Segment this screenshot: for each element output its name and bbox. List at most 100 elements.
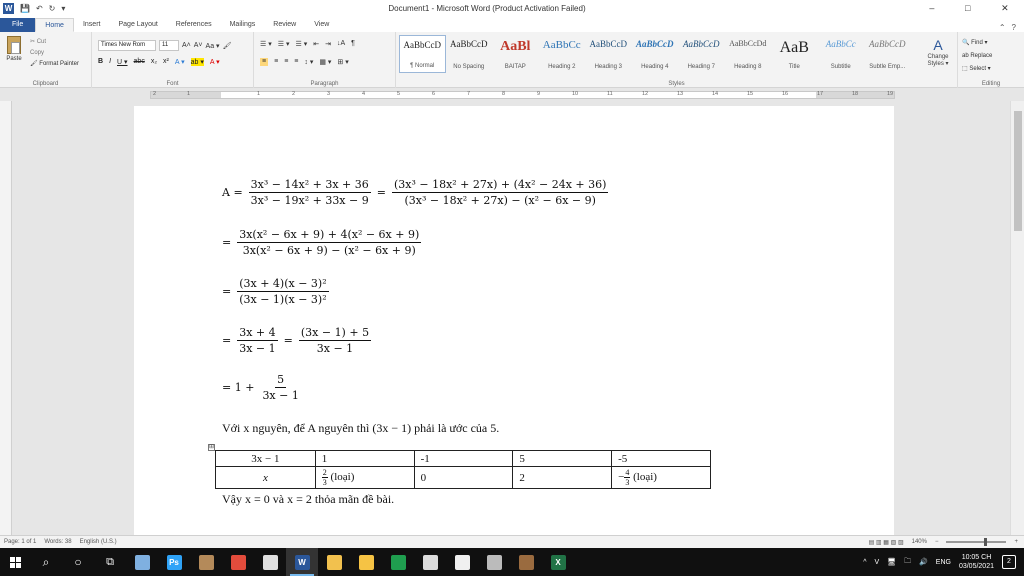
zoom-slider[interactable]: [946, 538, 1007, 546]
customize-qat-icon[interactable]: ▾: [61, 4, 65, 13]
shrink-font-button[interactable]: A˅: [194, 42, 203, 49]
font-name-select[interactable]: Times New Rom: [98, 40, 156, 51]
cortana-icon[interactable]: ○: [62, 548, 94, 576]
style-subtitle[interactable]: AaBbCc Subtitle: [818, 35, 865, 73]
close-button[interactable]: ✕: [1001, 3, 1009, 14]
style-normal[interactable]: AaBbCcD ¶ Normal: [399, 35, 446, 73]
taskbar-app-excel[interactable]: X: [542, 548, 574, 576]
numbering-button[interactable]: ☰ ▾: [278, 40, 290, 48]
select-button[interactable]: ⬚ Select ▾: [962, 63, 992, 76]
save-icon[interactable]: 💾: [20, 4, 30, 13]
font-color-button[interactable]: A ▾: [210, 58, 220, 66]
view-buttons[interactable]: ▤ ▥ ▦ ▧ ▨: [869, 539, 904, 546]
align-left-button[interactable]: ≡: [260, 58, 269, 66]
start-button[interactable]: [0, 548, 30, 576]
vpn-icon[interactable]: V: [875, 559, 880, 566]
change-case-button[interactable]: Aa ▾: [206, 42, 220, 50]
minimize-button[interactable]: –: [929, 3, 934, 14]
bold-button[interactable]: B: [98, 58, 103, 66]
ribbon-collapse-icon[interactable]: ⌃: [999, 23, 1006, 32]
clock[interactable]: 10:05 CH 03/05/2021: [959, 553, 994, 571]
find-button[interactable]: 🔍 Find ▾: [962, 37, 992, 50]
vertical-scrollbar[interactable]: [1010, 101, 1024, 535]
grow-font-button[interactable]: A˄: [182, 42, 191, 49]
style-heading-4[interactable]: AaBbCcD Heading 4: [632, 35, 679, 73]
display-icon[interactable]: 🖥: [887, 558, 896, 566]
zoom-level[interactable]: 140%: [912, 539, 927, 545]
shading-button[interactable]: ▦ ▾: [319, 58, 331, 66]
tab-view[interactable]: View: [305, 18, 338, 32]
taskbar-app-file-explorer[interactable]: [318, 548, 350, 576]
borders-button[interactable]: ⊞ ▾: [337, 58, 348, 66]
tab-references[interactable]: References: [167, 18, 221, 32]
taskbar-app-notepad[interactable]: [414, 548, 446, 576]
network-icon[interactable]: 🗀: [904, 557, 911, 568]
align-center-button[interactable]: ≡: [274, 58, 278, 66]
taskbar-app-emoji-app[interactable]: [350, 548, 382, 576]
text-effects-button[interactable]: A ▾: [175, 58, 185, 66]
tab-page-layout[interactable]: Page Layout: [109, 18, 166, 32]
tab-insert[interactable]: Insert: [74, 18, 110, 32]
paste-button[interactable]: Paste: [3, 36, 25, 62]
multilevel-list-button[interactable]: ☰ ▾: [295, 40, 307, 48]
format-painter-button[interactable]: 🖌 Format Painter: [30, 59, 79, 70]
align-right-button[interactable]: ≡: [284, 58, 288, 66]
taskbar-app-photoshop[interactable]: Ps: [158, 548, 190, 576]
strikethrough-button[interactable]: abc: [134, 58, 145, 66]
style-no-spacing[interactable]: AaBbCcD No Spacing: [446, 35, 493, 73]
taskbar-app-printer-app[interactable]: [478, 548, 510, 576]
cut-button[interactable]: ✂ Cut: [30, 37, 79, 48]
style-baitap[interactable]: AaBl BAITAP: [492, 35, 539, 73]
notification-center-icon[interactable]: 2: [1002, 555, 1016, 569]
word-count[interactable]: Words: 38: [44, 539, 71, 545]
document-page[interactable]: A = 3x³ − 14x² + 3x + 36 3x³ − 19x² + 33x…: [134, 106, 894, 535]
redo-icon[interactable]: ↻: [49, 4, 56, 13]
tab-home[interactable]: Home: [35, 18, 74, 32]
taskbar-app-maps-app[interactable]: [382, 548, 414, 576]
style-heading-3[interactable]: AaBbCcD Heading 3: [585, 35, 632, 73]
superscript-button[interactable]: x²: [163, 58, 169, 66]
show-marks-button[interactable]: ¶: [351, 40, 355, 48]
taskbar-app-archive2-app[interactable]: [510, 548, 542, 576]
decrease-indent-button[interactable]: ⇤: [313, 40, 319, 48]
font-size-select[interactable]: 11: [159, 40, 179, 51]
tab-mailings[interactable]: Mailings: [221, 18, 265, 32]
change-styles-button[interactable]: A Change Styles ▾: [926, 36, 950, 68]
style-heading-7[interactable]: AaBbCcD Heading 7: [678, 35, 725, 73]
language-indicator[interactable]: English (U.S.): [80, 539, 117, 545]
zoom-in-button[interactable]: +: [1014, 539, 1018, 545]
search-icon[interactable]: ⌕: [30, 548, 62, 576]
justify-button[interactable]: ≡: [294, 58, 298, 66]
undo-icon[interactable]: ↶: [36, 4, 43, 13]
replace-button[interactable]: ab Replace: [962, 50, 992, 63]
taskbar-app-chrome[interactable]: [222, 548, 254, 576]
page-count[interactable]: Page: 1 of 1: [4, 539, 36, 545]
table-move-handle[interactable]: ⊞: [208, 444, 215, 451]
zoom-out-button[interactable]: −: [935, 539, 939, 545]
scrollbar-thumb[interactable]: [1014, 111, 1022, 231]
sort-button[interactable]: ↓A: [337, 40, 345, 48]
subscript-button[interactable]: x₂: [151, 58, 157, 66]
bullets-button[interactable]: ☰ ▾: [260, 40, 272, 48]
style-heading-8[interactable]: AaBbCcDd Heading 8: [725, 35, 772, 73]
italic-button[interactable]: I: [109, 58, 111, 66]
volume-icon[interactable]: 🔊: [919, 558, 928, 566]
input-language[interactable]: ENG: [936, 559, 951, 566]
style-title[interactable]: AaB Title: [771, 35, 818, 73]
tab-file[interactable]: File: [0, 18, 36, 32]
vertical-ruler[interactable]: [0, 101, 12, 535]
taskbar-app-archive-app[interactable]: [190, 548, 222, 576]
highlight-button[interactable]: ab ▾: [190, 58, 204, 66]
show-hidden-icons-icon[interactable]: ^: [863, 559, 866, 566]
style-subtle-emphasis[interactable]: AaBbCcD Subtle Emp...: [864, 35, 911, 73]
underline-button[interactable]: U ▾: [117, 58, 128, 66]
taskbar-app-edit-app[interactable]: [446, 548, 478, 576]
line-spacing-button[interactable]: ↕ ▾: [304, 58, 313, 66]
clear-format-button[interactable]: 🖌: [223, 42, 232, 50]
help-icon[interactable]: ?: [1012, 23, 1016, 32]
copy-button[interactable]: Copy: [30, 48, 79, 59]
horizontal-ruler[interactable]: 2 1 1 2 3 4 5 6 7 8 9 10 11 12 13 14 15 …: [0, 89, 1024, 101]
taskbar-app-network-app[interactable]: [126, 548, 158, 576]
style-heading-2[interactable]: AaBbCc Heading 2: [539, 35, 586, 73]
maximize-button[interactable]: □: [965, 3, 970, 14]
